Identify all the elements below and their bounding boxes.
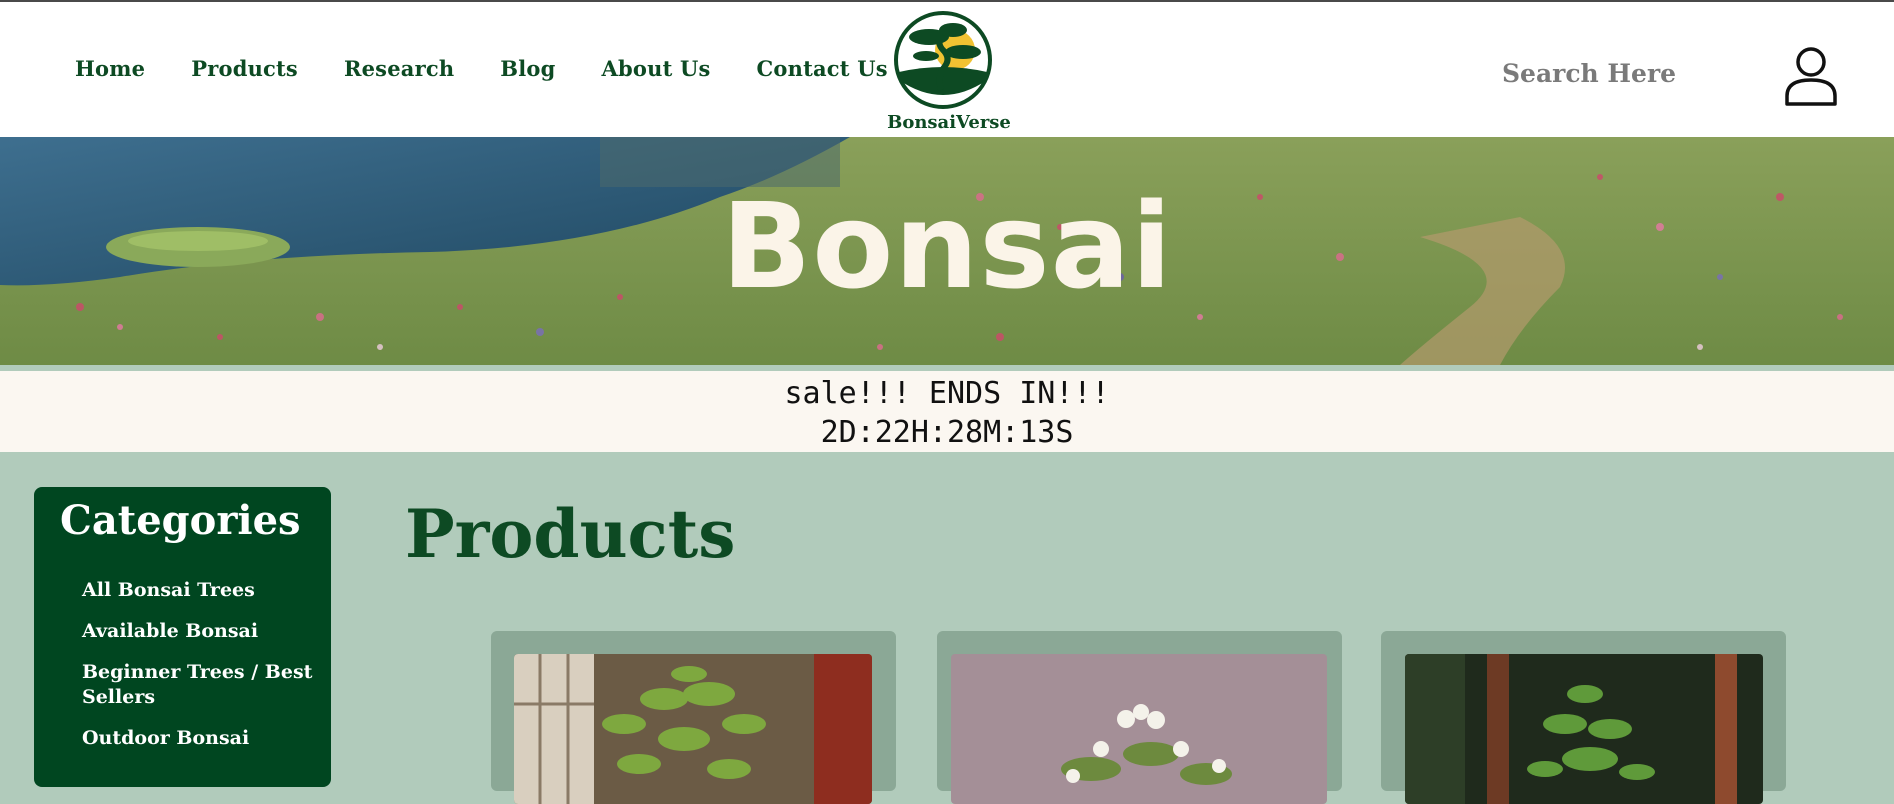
sale-text: sale!!! ENDS IN!!! xyxy=(784,376,1110,411)
categories-sidebar: Categories All Bonsai Trees Available Bo… xyxy=(34,487,331,787)
bonsai-tree-logo-icon[interactable] xyxy=(893,10,993,110)
sale-banner: sale!!! ENDS IN!!! 2D:22H:28M:13S xyxy=(0,371,1894,452)
site-header: Home Products Research Blog About Us Con… xyxy=(0,2,1894,137)
sale-countdown: 2D:22H:28M:13S xyxy=(820,415,1074,450)
user-icon[interactable] xyxy=(1784,46,1838,106)
outdoor-bonsai-photo xyxy=(1405,654,1763,804)
product-card[interactable] xyxy=(1381,631,1786,804)
category-available-bonsai[interactable]: Available Bonsai xyxy=(82,619,322,644)
hero-title: Bonsai xyxy=(721,177,1173,315)
nav-contact-us[interactable]: Contact Us xyxy=(757,56,888,81)
nav-products[interactable]: Products xyxy=(191,56,298,81)
products-title: Products xyxy=(405,495,736,573)
hero-banner: Bonsai xyxy=(0,137,1894,365)
category-beginner-trees[interactable]: Beginner Trees / Best Sellers xyxy=(82,660,322,710)
category-all-bonsai[interactable]: All Bonsai Trees xyxy=(82,578,322,603)
main-nav: Home Products Research Blog About Us Con… xyxy=(75,56,934,81)
honeysuckle-bonsai-photo xyxy=(951,654,1327,804)
product-card[interactable] xyxy=(937,631,1342,804)
category-outdoor-bonsai[interactable]: Outdoor Bonsai xyxy=(82,726,322,751)
nav-home[interactable]: Home xyxy=(75,56,145,81)
nav-about-us[interactable]: About Us xyxy=(602,56,711,81)
categories-list: All Bonsai Trees Available Bonsai Beginn… xyxy=(82,578,322,767)
product-card[interactable] xyxy=(491,631,896,804)
search-input[interactable] xyxy=(1500,52,1704,94)
categories-title: Categories xyxy=(60,497,301,544)
ficus-bonsai-photo xyxy=(514,654,872,804)
nav-blog[interactable]: Blog xyxy=(500,56,555,81)
nav-research[interactable]: Research xyxy=(344,56,454,81)
brand-name: BonsaiVerse xyxy=(887,112,1011,133)
